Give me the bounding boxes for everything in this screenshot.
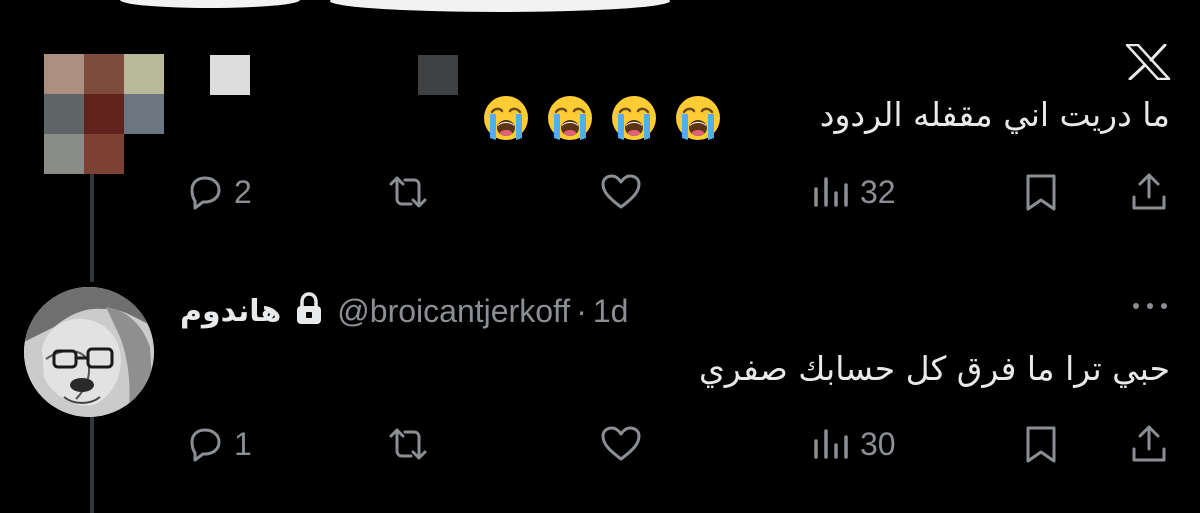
- reply-icon: [184, 423, 226, 465]
- like-icon: [599, 171, 643, 213]
- censored-avatar[interactable]: [44, 54, 164, 174]
- timestamp[interactable]: 1d: [593, 293, 629, 330]
- bookmark-icon: [1022, 423, 1060, 465]
- bookmark-button[interactable]: [1022, 170, 1060, 214]
- share-button[interactable]: [1128, 422, 1170, 466]
- retweet-button[interactable]: [385, 422, 431, 466]
- share-button[interactable]: [1128, 170, 1170, 214]
- reply-count: 1: [234, 425, 252, 462]
- views-button[interactable]: 32: [812, 170, 896, 214]
- handle[interactable]: @broicantjerkoff: [337, 293, 570, 330]
- loudly-crying-face-icon: [546, 94, 594, 142]
- top-edge-artifact: [0, 0, 1200, 14]
- bookmark-button[interactable]: [1022, 422, 1060, 466]
- x-logo-icon[interactable]: [1125, 43, 1171, 81]
- retweet-icon: [385, 171, 431, 213]
- more-icon[interactable]: [1130, 296, 1170, 316]
- views-count: 32: [860, 173, 896, 210]
- tweet-action-bar: 2 32: [0, 170, 1200, 214]
- like-button[interactable]: [599, 170, 643, 214]
- retweet-button[interactable]: [385, 170, 431, 214]
- like-button[interactable]: [599, 422, 643, 466]
- views-count: 30: [860, 425, 896, 462]
- lock-icon: [295, 292, 323, 330]
- reply-count: 2: [234, 173, 252, 210]
- reply-button[interactable]: 1: [184, 422, 252, 466]
- bookmark-icon: [1022, 171, 1060, 213]
- reply-button[interactable]: 2: [184, 170, 252, 214]
- display-name[interactable]: هاندوم: [180, 294, 281, 329]
- tweet-text: ما دريت اني مقفله الردود: [819, 95, 1170, 134]
- loudly-crying-face-icon: [610, 94, 658, 142]
- loudly-crying-face-icon: [674, 94, 722, 142]
- views-icon: [812, 423, 852, 465]
- separator: ·: [576, 292, 587, 329]
- censored-name-block: [210, 55, 250, 95]
- share-icon: [1128, 171, 1170, 213]
- tweet-text: حبي ترا ما فرق كل حسابك صفري: [698, 349, 1170, 388]
- share-icon: [1128, 423, 1170, 465]
- emoji-row: [482, 94, 722, 142]
- views-icon: [812, 171, 852, 213]
- tweet-header: هاندوم @broicantjerkoff · 1d: [180, 290, 628, 332]
- like-icon: [599, 423, 643, 465]
- censored-handle-block: [418, 55, 458, 95]
- loudly-crying-face-icon: [482, 94, 530, 142]
- retweet-icon: [385, 423, 431, 465]
- views-button[interactable]: 30: [812, 422, 896, 466]
- reply-icon: [184, 171, 226, 213]
- avatar[interactable]: [24, 287, 154, 417]
- tweet-action-bar: 1 30: [0, 422, 1200, 466]
